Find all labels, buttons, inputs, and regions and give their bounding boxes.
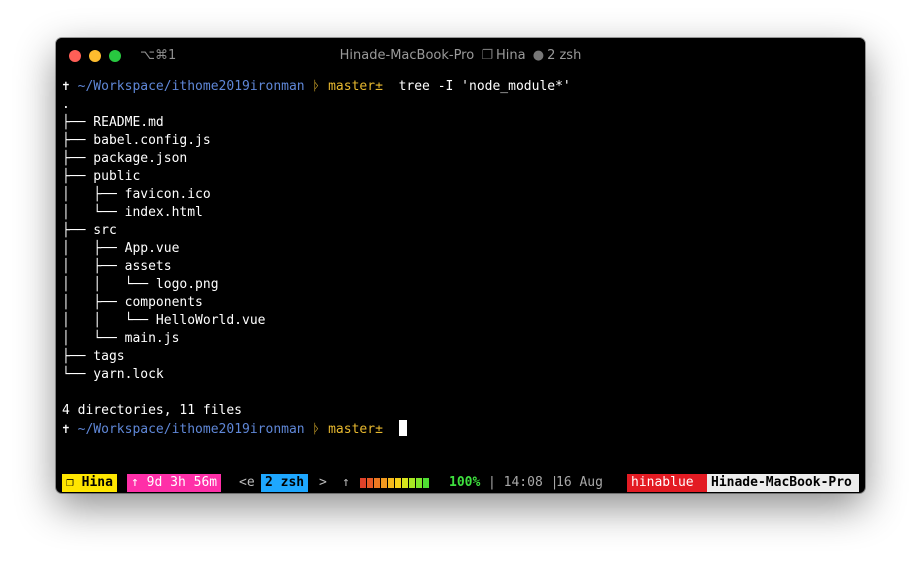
username: hinablue (627, 474, 707, 492)
window-tab-active[interactable]: 2 zsh (261, 474, 309, 492)
uptime: ↑ 9d 3h 56m (127, 474, 222, 492)
battery-cell (423, 478, 429, 488)
title-window: 2 zsh (547, 48, 582, 63)
window-dot-icon: ● (532, 48, 545, 63)
battery-cell (409, 478, 415, 488)
battery-cell (381, 478, 387, 488)
battery-cell (367, 478, 373, 488)
git-branch-icon: ᚦ (312, 79, 321, 94)
tmux-status-bar: ❐ Hina ↑ 9d 3h 56m <e 2 zsh > ↑ 100% | 1… (62, 474, 859, 492)
battery-cell (360, 478, 366, 488)
tree-line: └── yarn.lock (62, 367, 164, 382)
clock-date: 16 Aug (556, 475, 603, 490)
tree-line (62, 384, 865, 402)
prompt-line-current: ✝ ~/Workspace/ithome2019ironman ᚦ master… (62, 420, 865, 438)
tree-line: ├── tags (62, 349, 125, 364)
tree-line: ├── package.json (62, 151, 188, 166)
prompt-path: ~/Workspace/ithome2019ironman (77, 79, 305, 94)
session-icon: ❐ (481, 48, 493, 63)
prompt-line: ✝ ~/Workspace/ithome2019ironman ᚦ master… (62, 78, 865, 96)
tree-line: │ └── index.html (62, 205, 203, 220)
git-branch: master± (328, 422, 383, 437)
battery-cell (388, 478, 394, 488)
title-session: Hina (496, 48, 526, 63)
next-window-indicator[interactable]: > (315, 474, 331, 492)
tree-line: │ ├── assets (62, 259, 172, 274)
battery-cell (402, 478, 408, 488)
battery-meter (360, 478, 429, 488)
title-host: Hinade-MacBook-Pro (339, 48, 475, 63)
command-text: tree -I 'node_module*' (398, 79, 571, 94)
tree-line: │ │ └── HelloWorld.vue (62, 313, 266, 328)
tree-line: │ └── main.js (62, 331, 180, 346)
git-branch: master± (328, 79, 383, 94)
up-arrow-icon: ↑ (342, 475, 350, 490)
battery-cell (374, 478, 380, 488)
git-branch-icon: ᚦ (312, 422, 321, 437)
tree-line: │ ├── components (62, 295, 203, 310)
prompt-path: ~/Workspace/ithome2019ironman (77, 422, 305, 437)
title-bar: ⌥⌘1 Hinade-MacBook-Pro ❐ Hina ● 2 zsh (56, 38, 865, 74)
terminal-content[interactable]: ✝ ~/Workspace/ithome2019ironman ᚦ master… (62, 78, 865, 438)
battery-cell (416, 478, 422, 488)
tree-line: ├── README.md (62, 115, 164, 130)
tree-line: │ │ └── logo.png (62, 277, 219, 292)
tree-line: 4 directories, 11 files (62, 403, 243, 418)
battery-cell (395, 478, 401, 488)
text-cursor[interactable] (398, 420, 407, 436)
prompt-arrow-icon: ✝ (62, 79, 70, 94)
window-title: Hinade-MacBook-Pro ❐ Hina ● 2 zsh (56, 48, 865, 63)
tree-line: │ ├── favicon.ico (62, 187, 211, 202)
tree-output: . ├── README.md ├── babel.config.js ├── pac… (62, 96, 865, 420)
terminal-window: ⌥⌘1 Hinade-MacBook-Pro ❐ Hina ● 2 zsh ✝ ~/… (56, 38, 865, 493)
prompt-arrow-icon: ✝ (62, 422, 70, 437)
hostname: Hinade-MacBook-Pro (707, 474, 859, 492)
prev-window-indicator[interactable]: <e (235, 474, 259, 492)
tree-line: ├── src (62, 223, 117, 238)
tree-line: │ ├── App.vue (62, 241, 180, 256)
clock-time: | 14:08 | (488, 475, 559, 490)
tree-line: ├── babel.config.js (62, 133, 211, 148)
tree-line: . (62, 97, 70, 112)
tree-line: ├── public (62, 169, 141, 184)
session-name[interactable]: ❐ Hina (62, 474, 117, 492)
battery-percent: 100% (449, 475, 481, 490)
